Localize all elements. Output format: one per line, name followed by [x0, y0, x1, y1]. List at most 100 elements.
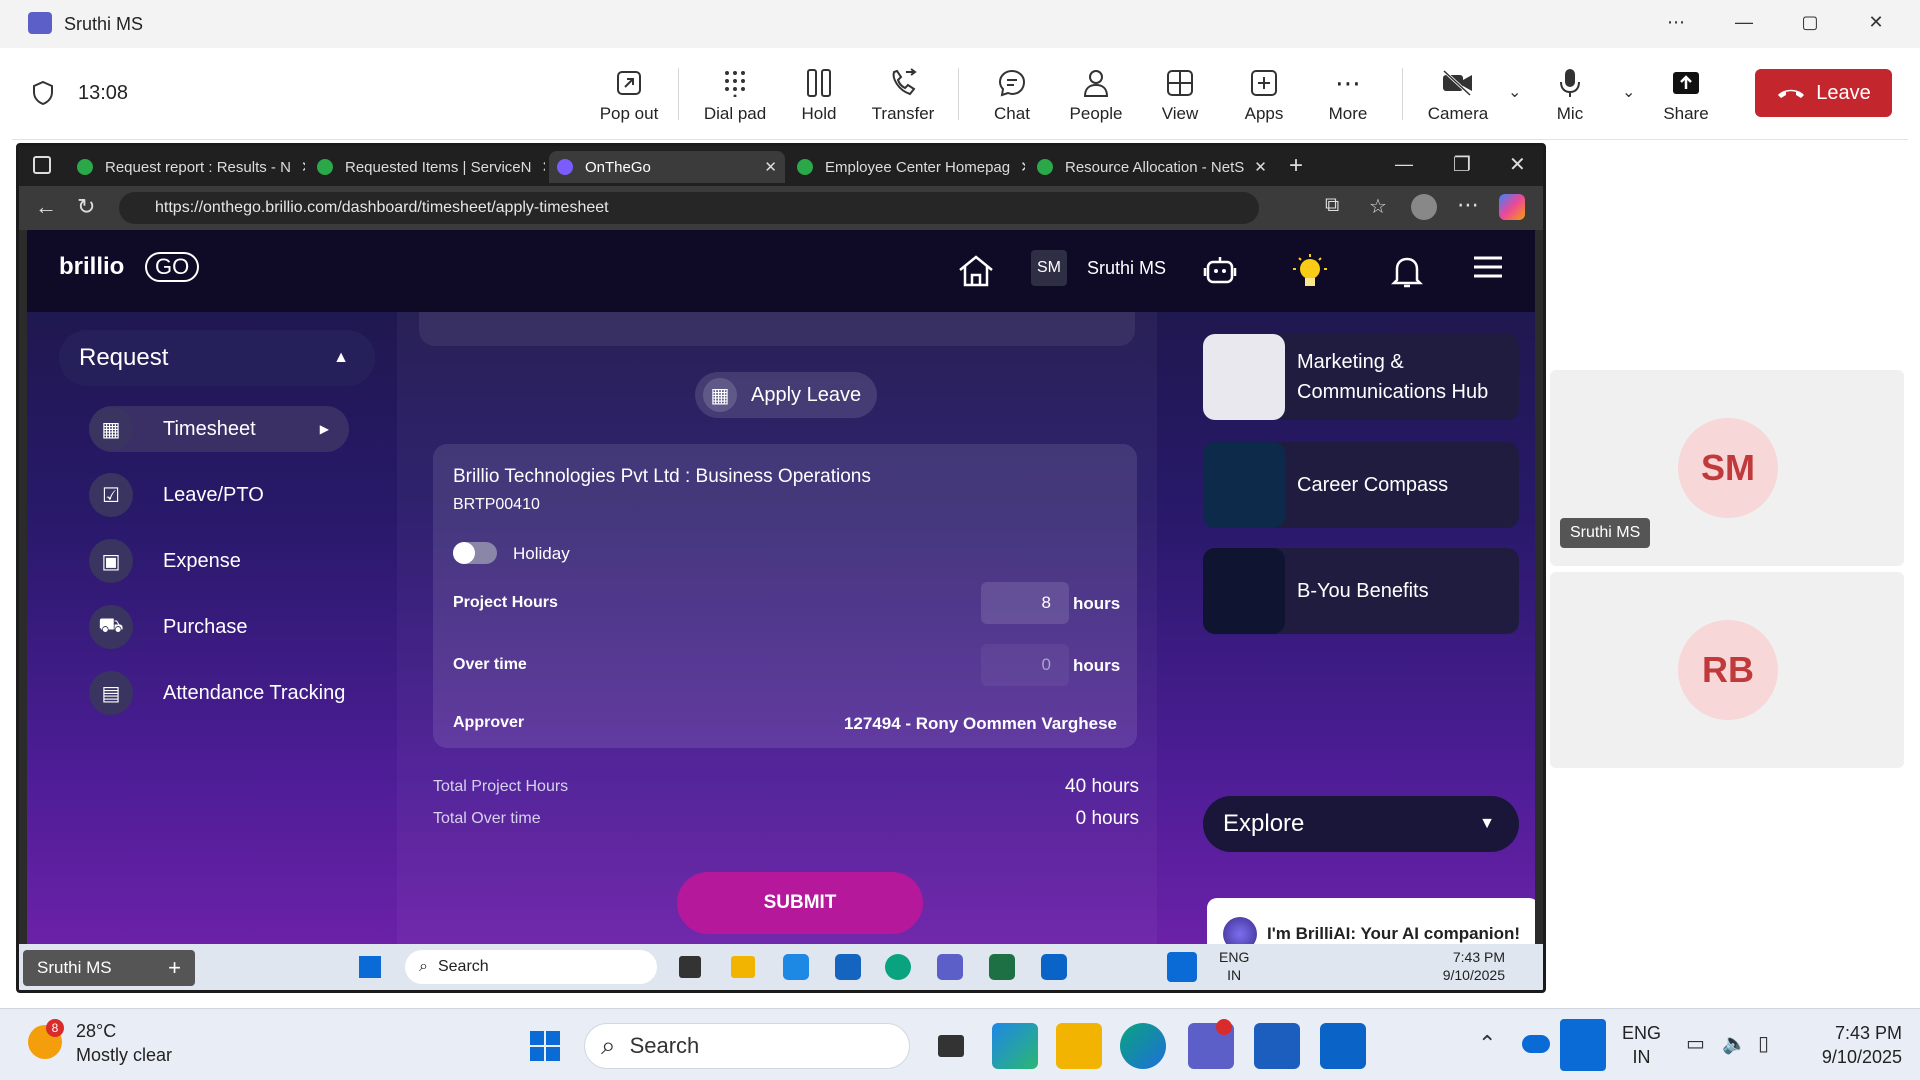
sidebar-item-expense[interactable]: ▣ Expense [89, 538, 349, 584]
tab-close-icon[interactable]: ✕ [754, 158, 777, 176]
file-explorer-icon[interactable] [1056, 1023, 1102, 1069]
mic-button[interactable]: Mic [1528, 62, 1612, 124]
browser-restore-icon[interactable]: ❐ [1453, 152, 1471, 177]
marketing-communications-hub-card[interactable]: Marketing & Communications Hub [1203, 334, 1519, 420]
user-name[interactable]: Sruthi MS [1087, 258, 1166, 279]
browser-close-icon[interactable]: ✕ [1509, 152, 1526, 177]
brillio-logo[interactable]: brillio GO [59, 252, 200, 282]
onedrive-icon[interactable] [1522, 1035, 1550, 1053]
hamburger-menu-icon[interactable] [1473, 254, 1503, 280]
participant-tile-sm[interactable]: SM Sruthi MS [1550, 370, 1904, 566]
camera-off-icon [1416, 62, 1500, 104]
holiday-label: Holiday [513, 544, 570, 563]
tab-actions-icon[interactable] [33, 156, 51, 174]
mic-options-chevron-icon[interactable]: ⌄ [1622, 82, 1635, 102]
career-compass-card[interactable]: Career Compass [1203, 442, 1519, 528]
sidebar-item-attendance-tracking[interactable]: ▤ Attendance Tracking [89, 670, 349, 716]
windows-start-button[interactable] [530, 1031, 560, 1061]
tab-close-icon[interactable]: ✕ [531, 158, 545, 176]
sidebar-item-timesheet[interactable]: ▦ Timesheet ▶ [89, 406, 349, 452]
extensions-icon[interactable]: ⧉ [1325, 194, 1339, 217]
word-icon[interactable] [1254, 1023, 1300, 1069]
participant-tile-rb[interactable]: RB [1550, 572, 1904, 768]
maximize-icon[interactable]: ▢ [1790, 12, 1830, 33]
network-icon[interactable]: ▭ [1686, 1031, 1705, 1056]
store-icon[interactable] [835, 954, 861, 980]
b-you-benefits-card[interactable]: B-You Benefits [1203, 548, 1519, 634]
browser-tab[interactable]: Request report : Results - N✕ [69, 151, 305, 183]
browser-tab[interactable]: Employee Center Homepag✕ [789, 151, 1025, 183]
minimize-icon[interactable]: — [1724, 12, 1764, 33]
apps-button[interactable]: Apps [1222, 62, 1306, 124]
clock-time: 7:43 PM [1834, 1023, 1902, 1043]
excel-icon[interactable] [989, 954, 1015, 980]
explore-dropdown[interactable]: Explore ▼ [1203, 796, 1519, 852]
submit-button[interactable]: SUBMIT [677, 872, 923, 934]
browser-tab[interactable]: Resource Allocation - NetS✕ [1029, 151, 1265, 183]
lightbulb-icon[interactable] [1293, 254, 1327, 290]
browser-tab-active[interactable]: OnTheGo ✕ [549, 151, 785, 183]
transfer-button[interactable]: Transfer [861, 62, 945, 124]
windows-start-icon[interactable] [359, 956, 381, 978]
chat-button[interactable]: Chat [970, 62, 1054, 124]
outlook-icon[interactable] [1041, 954, 1067, 980]
refresh-icon[interactable]: ↻ [77, 194, 95, 220]
browser-menu-icon[interactable]: ⋯ [1457, 192, 1479, 218]
more-button[interactable]: ⋯ More [1306, 62, 1390, 124]
view-button[interactable]: View [1138, 62, 1222, 124]
apply-leave-button[interactable]: ▦ Apply Leave [695, 372, 877, 418]
tab-close-icon[interactable]: ✕ [1244, 158, 1265, 176]
battery-icon[interactable]: ▯ [1758, 1031, 1769, 1056]
inner-search-box[interactable]: ⌕ Search [405, 950, 657, 984]
brilliai-chat-button[interactable]: I'm BrilliAI: Your AI companion! [1207, 898, 1535, 944]
dial-pad-button[interactable]: Dial pad [693, 62, 777, 124]
leave-button[interactable]: Leave [1755, 69, 1892, 117]
overtime-input[interactable]: 0 [981, 644, 1069, 686]
sidebar-item-leave-pto[interactable]: ☑ Leave/PTO [89, 472, 349, 518]
inner-clock[interactable]: 7:43 PM 9/10/2025 [1405, 948, 1505, 984]
user-avatar[interactable]: SM [1031, 250, 1067, 286]
home-icon[interactable] [957, 254, 995, 288]
sidebar-item-purchase[interactable]: ⛟ Purchase [89, 604, 349, 650]
task-view-button[interactable] [928, 1023, 974, 1069]
file-explorer-icon[interactable] [731, 956, 755, 978]
more-options-icon[interactable]: ⋯ [1656, 12, 1696, 33]
mic-in-use-icon[interactable] [1560, 1019, 1606, 1071]
notifications-bell-icon[interactable] [1391, 254, 1423, 290]
project-hours-input[interactable]: 8 [981, 582, 1069, 624]
camera-button[interactable]: Camera [1416, 62, 1500, 124]
favorites-icon[interactable]: ☆ [1369, 194, 1387, 219]
language-indicator[interactable]: ENG IN [1622, 1021, 1661, 1069]
back-icon[interactable]: ← [35, 194, 57, 220]
new-tab-icon[interactable]: + [1289, 152, 1303, 180]
teams-icon[interactable] [937, 954, 963, 980]
edge-icon[interactable] [885, 954, 911, 980]
inner-language[interactable]: ENG IN [1219, 948, 1249, 984]
mic-status-icon[interactable] [1167, 952, 1197, 982]
copilot-icon[interactable] [1499, 194, 1525, 220]
close-icon[interactable]: ✕ [1856, 12, 1896, 33]
people-button[interactable]: People [1054, 62, 1138, 124]
holiday-toggle[interactable] [453, 542, 497, 564]
tab-close-icon[interactable]: ✕ [291, 158, 305, 176]
profile-avatar[interactable] [1411, 194, 1437, 220]
taskbar-search-box[interactable]: ⌕ Search [584, 1023, 910, 1069]
hold-button[interactable]: Hold [777, 62, 861, 124]
url-input[interactable]: https://onthego.brillio.com/dashboard/ti… [119, 192, 1259, 224]
browser-minimize-icon[interactable]: — [1395, 154, 1413, 175]
show-hidden-icons-chevron-icon[interactable]: ⌃ [1478, 1031, 1496, 1057]
pop-out-button[interactable]: Pop out [587, 62, 671, 124]
request-menu-header[interactable]: Request ▲ [59, 330, 375, 386]
outlook-icon[interactable] [1320, 1023, 1366, 1069]
bot-icon[interactable] [1203, 254, 1237, 288]
camera-options-chevron-icon[interactable]: ⌄ [1508, 82, 1521, 102]
volume-icon[interactable]: 🔈 [1722, 1031, 1747, 1056]
m365-icon[interactable] [783, 954, 809, 980]
edge-icon[interactable] [1120, 1023, 1166, 1069]
share-button[interactable]: Share [1644, 62, 1728, 124]
taskbar-clock[interactable]: 7:43 PM 9/10/2025 [1790, 1021, 1902, 1069]
browser-tab[interactable]: Requested Items | ServiceN✕ [309, 151, 545, 183]
m365-icon[interactable] [992, 1023, 1038, 1069]
task-view-icon[interactable] [679, 956, 701, 978]
tab-close-icon[interactable]: ✕ [1010, 158, 1025, 176]
